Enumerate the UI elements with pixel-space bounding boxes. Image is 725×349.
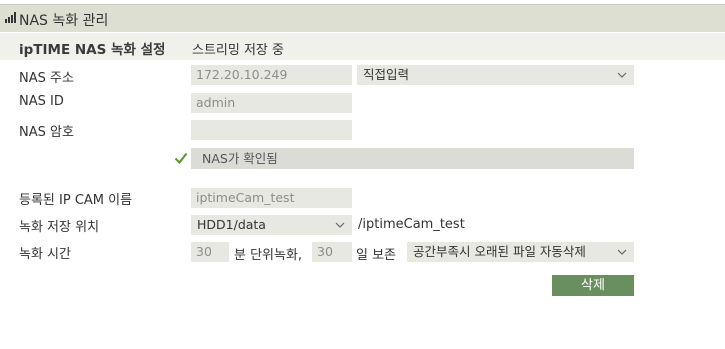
status-text: 스트리밍 저장 중 bbox=[192, 43, 284, 58]
section-title: ipTIME NAS 녹화 설정 bbox=[19, 42, 166, 58]
chevron-down-icon bbox=[617, 72, 627, 78]
check-icon bbox=[174, 152, 188, 165]
keep-days-unit: 일 보존 bbox=[356, 248, 397, 263]
save-location-select[interactable]: HDD1/data bbox=[191, 215, 352, 235]
nas-id-input[interactable]: admin bbox=[191, 93, 352, 113]
nas-password-input[interactable] bbox=[191, 120, 352, 140]
section-header: ipTIME NAS 녹화 설정 스트리밍 저장 중 bbox=[0, 33, 725, 60]
chevron-down-icon bbox=[617, 249, 627, 255]
record-minutes-unit: 분 단위녹화, bbox=[234, 248, 303, 263]
camera-name-input[interactable]: iptimeCam_test bbox=[191, 188, 352, 208]
save-location-label: 녹화 저장 위치 bbox=[19, 220, 100, 235]
save-path-text: /iptimeCam_test bbox=[358, 217, 465, 232]
save-location-value: HDD1/data bbox=[197, 217, 266, 232]
nas-address-mode-value: 직접입력 bbox=[363, 67, 410, 82]
page-title: NAS 녹화 관리 bbox=[19, 13, 109, 29]
nas-address-label: NAS 주소 bbox=[19, 71, 74, 86]
record-time-label: 녹화 시간 bbox=[19, 247, 71, 262]
nas-address-input[interactable]: 172.20.10.249 bbox=[191, 65, 352, 85]
bar-chart-icon bbox=[5, 12, 16, 23]
retention-policy-value: 공간부족시 오래된 파일 자동삭제 bbox=[413, 244, 586, 259]
window-titlebar: NAS 녹화 관리 bbox=[0, 4, 725, 32]
nas-confirmed-message: NAS가 확인됨 bbox=[191, 148, 634, 169]
record-minutes-input[interactable]: 30 bbox=[191, 242, 229, 262]
chevron-down-icon bbox=[335, 222, 345, 228]
retention-policy-select[interactable]: 공간부족시 오래된 파일 자동삭제 bbox=[407, 242, 634, 262]
nas-password-label: NAS 암호 bbox=[19, 125, 74, 140]
nas-id-label: NAS ID bbox=[19, 94, 64, 109]
camera-name-label: 등록된 IP CAM 이름 bbox=[19, 193, 133, 208]
nas-address-mode-select[interactable]: 직접입력 bbox=[357, 65, 634, 85]
delete-button[interactable]: 삭제 bbox=[552, 275, 634, 296]
keep-days-input[interactable]: 30 bbox=[312, 242, 352, 262]
